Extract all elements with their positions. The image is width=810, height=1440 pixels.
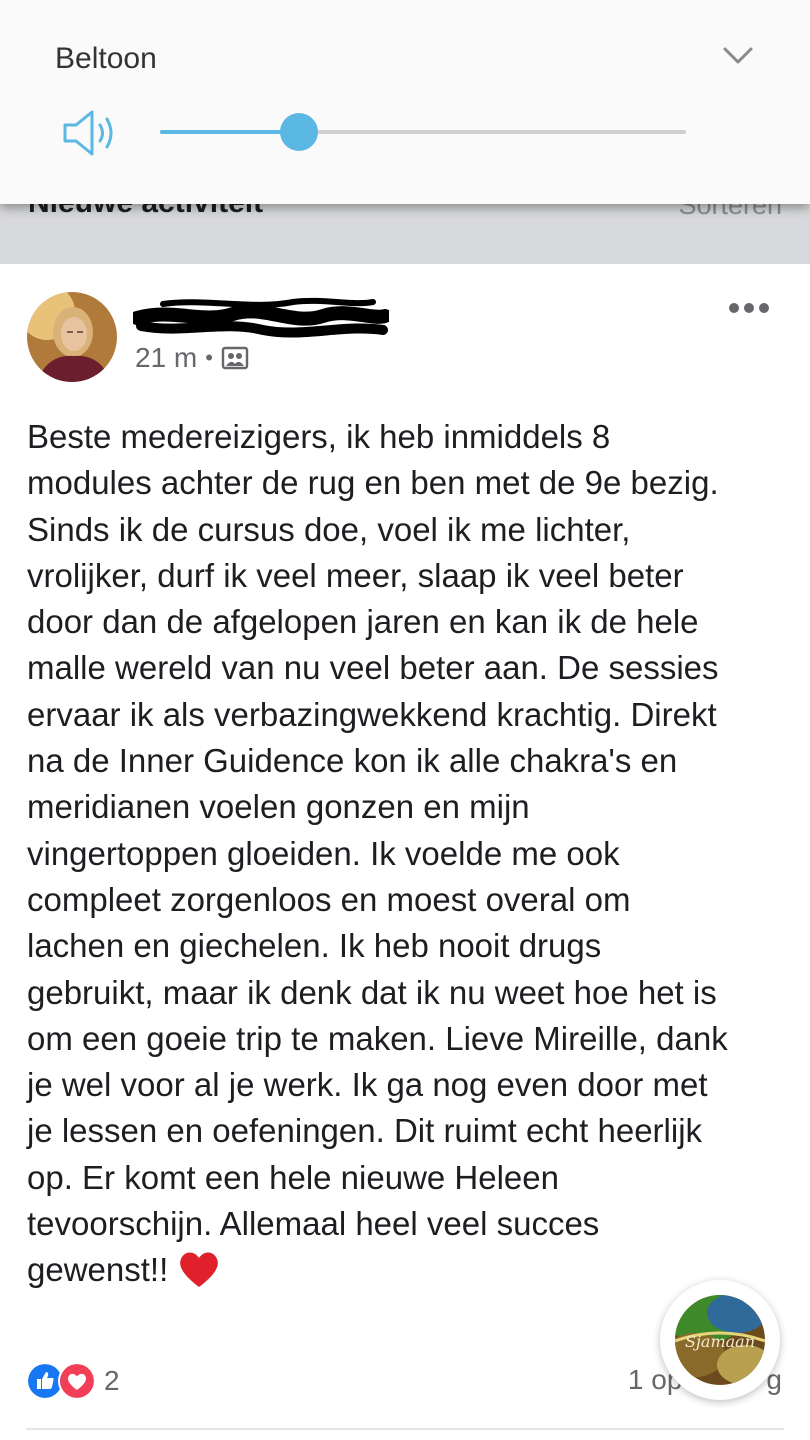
post-text: Beste medereizigers, ik heb inmiddels 8 … — [27, 418, 728, 1289]
volume-slider-thumb[interactable] — [280, 113, 319, 151]
volume-slider-fill — [160, 130, 300, 134]
author-name-redacted — [133, 297, 389, 338]
volume-panel: Beltoon — [0, 0, 810, 204]
group-audience-icon — [221, 346, 249, 370]
volume-stream-label: Beltoon — [55, 42, 157, 75]
reaction-summary[interactable]: 2 — [26, 1362, 120, 1400]
post-meta: 21 m • — [135, 342, 249, 374]
speaker-volume-icon[interactable] — [62, 108, 120, 158]
meta-separator: • — [205, 345, 213, 370]
chevron-down-icon[interactable] — [722, 44, 754, 68]
divider — [26, 1428, 784, 1430]
avatar[interactable] — [27, 292, 117, 382]
volume-slider[interactable] — [160, 112, 686, 152]
more-options-icon[interactable] — [728, 300, 770, 316]
badge-logo-text: Sjamaan — [685, 1332, 755, 1351]
sjamaan-logo: Sjamaan — [675, 1295, 765, 1385]
floating-chat-head[interactable]: Sjamaan — [660, 1280, 780, 1400]
reaction-count: 2 — [104, 1365, 120, 1396]
feed-post: 21 m • Beste medereizigers, ik heb inmid… — [0, 264, 810, 1440]
heart-emoji — [180, 1252, 219, 1288]
love-icon — [58, 1362, 96, 1400]
post-time[interactable]: 21 m — [135, 342, 197, 374]
post-body: Beste medereizigers, ik heb inmiddels 8 … — [27, 414, 797, 1294]
